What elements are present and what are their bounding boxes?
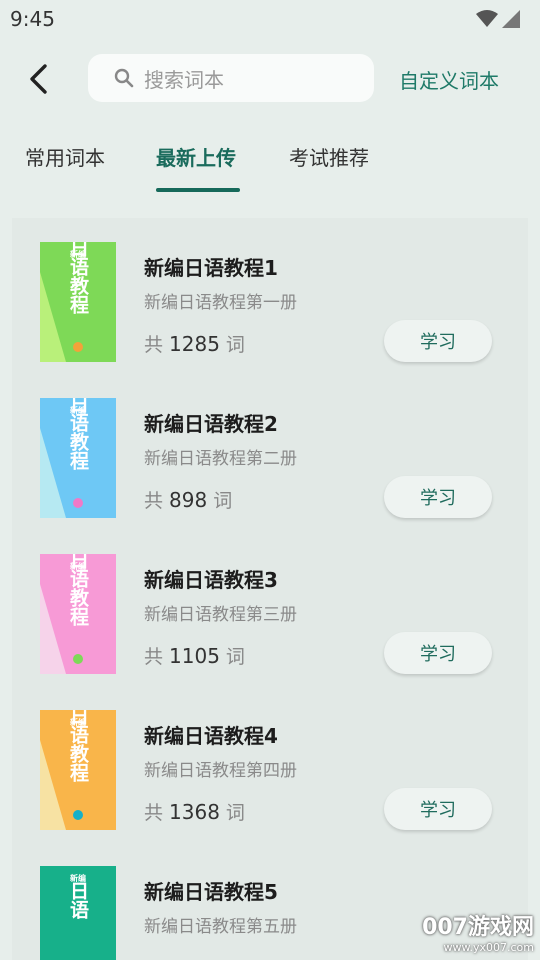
search-icon	[114, 68, 134, 88]
tab-indicator	[156, 188, 240, 192]
svg-text:日语教程: 日语教程	[67, 710, 89, 782]
book-cover: 新编 日语	[40, 866, 116, 960]
book-cover: 新编 日语教程	[40, 242, 116, 362]
book-subtitle: 新编日语教程第四册	[144, 761, 297, 781]
word-count: 共 898 词	[144, 488, 233, 512]
list-item[interactable]: 新编 日语教程 新编日语教程1 新编日语教程第一册 共 1285 词 学习	[12, 218, 528, 374]
tab-bar: 常用词本 最新上传 考试推荐	[0, 130, 540, 194]
tab-common[interactable]: 常用词本	[25, 142, 105, 171]
book-title: 新编日语教程5	[144, 880, 278, 904]
status-time: 9:45	[10, 7, 55, 31]
top-bar: 搜索词本 自定义词本	[0, 38, 540, 120]
word-count: 共 1105 词	[144, 644, 245, 668]
back-arrow-icon	[30, 64, 47, 94]
tab-exam[interactable]: 考试推荐	[289, 142, 369, 171]
book-title: 新编日语教程4	[144, 724, 278, 748]
book-subtitle: 新编日语教程第五册	[144, 917, 297, 937]
back-button[interactable]	[18, 58, 58, 100]
book-list: 新编 日语教程 新编日语教程1 新编日语教程第一册 共 1285 词 学习 新编…	[12, 218, 528, 960]
book-subtitle: 新编日语教程第一册	[144, 293, 297, 313]
signal-icon	[502, 10, 520, 28]
book-subtitle: 新编日语教程第三册	[144, 605, 297, 625]
watermark: 007游戏网 www.yx007.com	[422, 915, 534, 954]
study-button[interactable]: 学习	[384, 320, 492, 362]
study-button[interactable]: 学习	[384, 476, 492, 518]
book-cover: 新编 日语教程	[40, 554, 116, 674]
book-title: 新编日语教程1	[144, 256, 278, 280]
svg-text:日语教程: 日语教程	[67, 554, 89, 626]
search-placeholder: 搜索词本	[144, 67, 224, 92]
svg-text:日语教程: 日语教程	[67, 242, 89, 314]
status-bar: 9:45	[0, 0, 540, 38]
book-title: 新编日语教程3	[144, 568, 278, 592]
book-subtitle: 新编日语教程第二册	[144, 449, 297, 469]
list-item[interactable]: 新编 日语教程 新编日语教程3 新编日语教程第三册 共 1105 词 学习	[12, 530, 528, 686]
book-title: 新编日语教程2	[144, 412, 278, 436]
list-item[interactable]: 新编 日语教程 新编日语教程2 新编日语教程第二册 共 898 词 学习	[12, 374, 528, 530]
list-item[interactable]: 新编 日语教程 新编日语教程4 新编日语教程第四册 共 1368 词 学习	[12, 686, 528, 842]
tab-latest[interactable]: 最新上传	[156, 142, 236, 171]
custom-wordbook-link[interactable]: 自定义词本	[399, 65, 499, 94]
book-cover: 新编 日语教程	[40, 398, 116, 518]
word-count: 共 1368 词	[144, 800, 245, 824]
word-count: 共 1285 词	[144, 332, 245, 356]
book-cover: 新编 日语教程	[40, 710, 116, 830]
wifi-icon	[476, 10, 498, 27]
study-button[interactable]: 学习	[384, 788, 492, 830]
svg-text:日语教程: 日语教程	[67, 398, 89, 470]
search-input[interactable]: 搜索词本	[88, 54, 374, 102]
study-button[interactable]: 学习	[384, 632, 492, 674]
svg-text:日语: 日语	[67, 881, 89, 920]
